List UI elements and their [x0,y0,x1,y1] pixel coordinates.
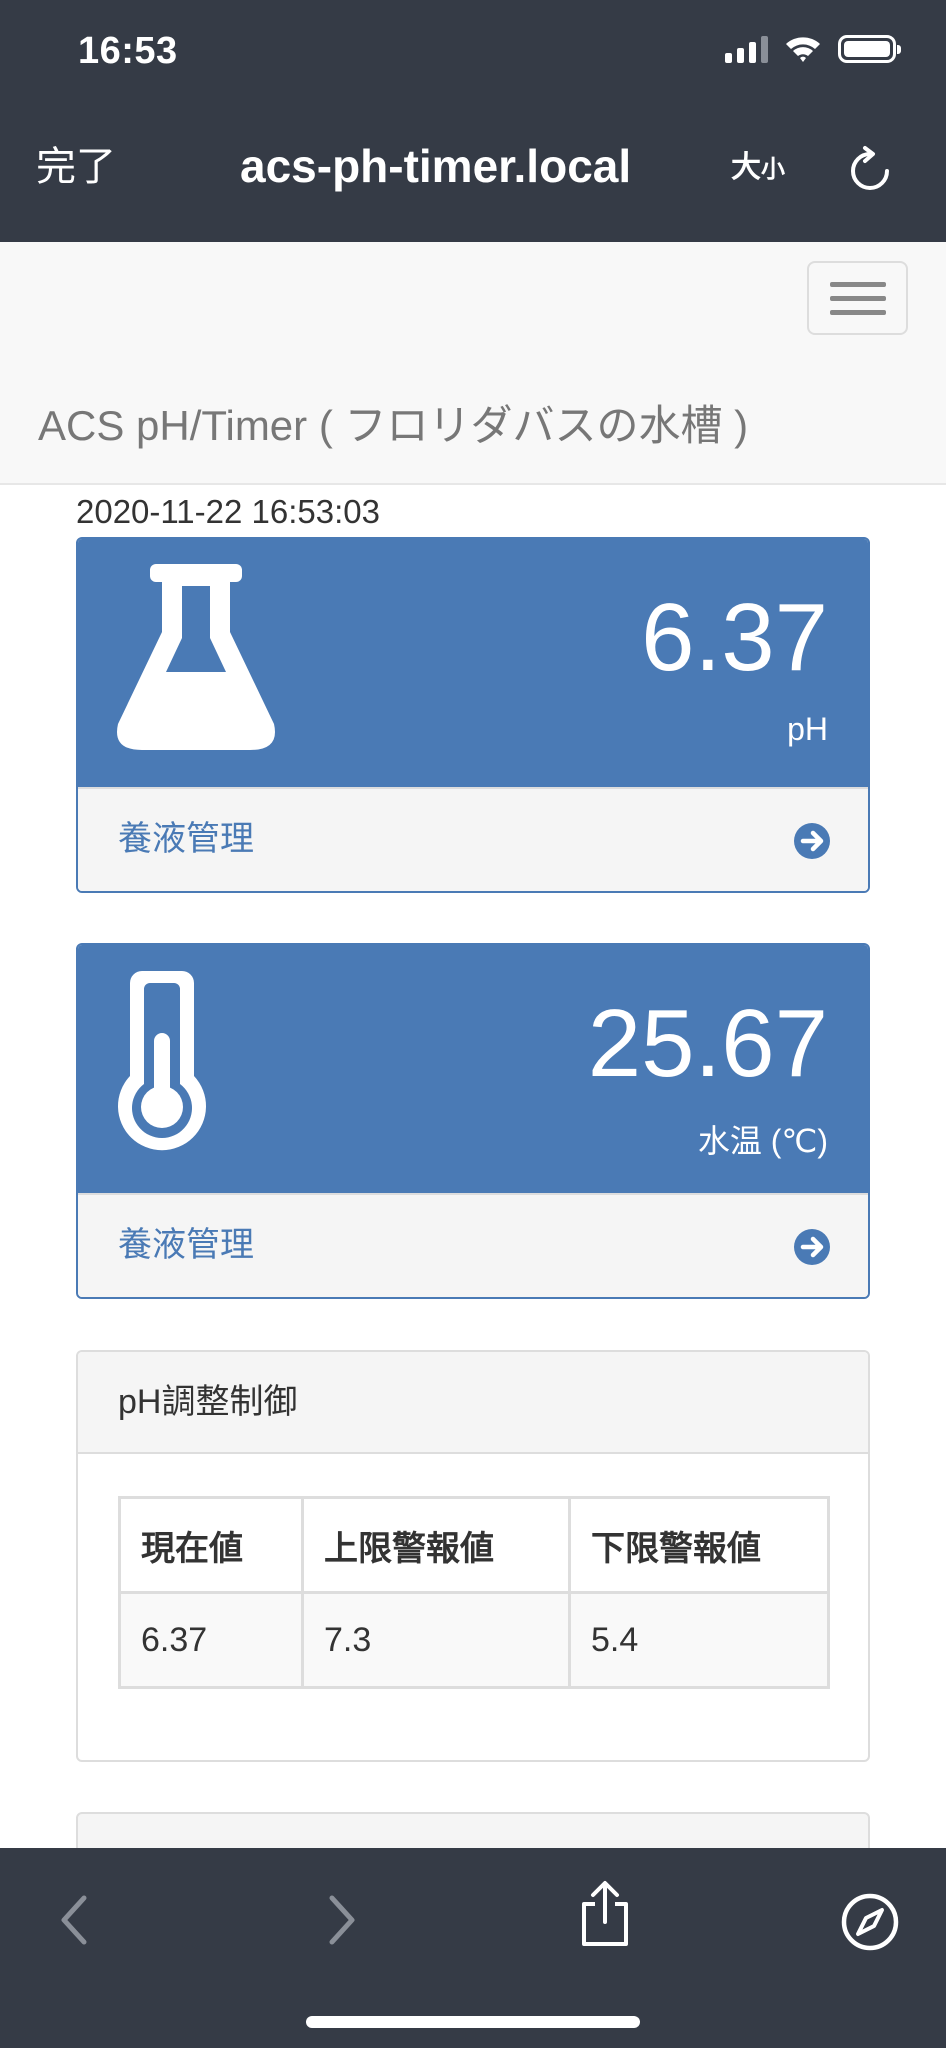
temperature-panel: 25.67 水温 (℃) 養液管理 [76,943,870,1299]
flask-icon [117,564,275,750]
arrow-circle-right-icon [794,1229,830,1265]
ph-panel: 6.37 pH 養液管理 [76,537,870,893]
column-header: 上限警報値 [301,1496,571,1594]
lower-alarm-cell: 5.4 [568,1591,830,1689]
page-navbar: ACS pH/Timer ( フロリダバスの水槽 ) [0,242,946,485]
ph-control-heading: pH調整制御 [78,1352,868,1454]
ph-footer-label: 養液管理 [118,820,254,858]
ph-panel-footer[interactable]: 養液管理 [78,787,868,891]
brand-title[interactable]: ACS pH/Timer ( フロリダバスの水槽 ) [38,396,748,456]
text-size-button[interactable]: 大小 [731,146,785,192]
home-indicator [306,2016,640,2028]
url-title[interactable]: acs-ph-timer.local [240,134,631,198]
temperature-panel-footer[interactable]: 養液管理 [78,1193,868,1297]
ph-unit: pH [787,711,828,747]
current-value-cell: 6.37 [118,1591,304,1689]
hamburger-icon[interactable] [807,261,908,335]
battery-icon [838,35,901,63]
text-size-small: 小 [761,156,785,183]
temperature-footer-label: 養液管理 [118,1226,254,1264]
column-header: 現在値 [118,1496,304,1594]
back-icon[interactable] [54,1892,94,1948]
signal-icon [725,35,768,63]
status-icons [725,34,901,64]
reload-icon[interactable] [843,144,897,198]
done-button[interactable]: 完了 [36,140,116,194]
ph-panel-heading: 6.37 pH [78,539,868,787]
text-size-large: 大 [731,151,761,184]
browser-top-bar: 16:53 完了 acs-ph-timer.local 大小 [0,0,946,242]
share-icon[interactable] [578,1880,632,1948]
ph-control-panel: pH調整制御 現在値 上限警報値 下限警報値 6.37 7.3 5.4 [76,1350,870,1762]
timestamp: 2020-11-22 16:53:03 [76,493,380,530]
table-row: 6.37 7.3 5.4 [118,1591,830,1689]
compass-icon[interactable] [840,1892,900,1952]
ph-control-table: 現在値 上限警報値 下限警報値 6.37 7.3 5.4 [118,1496,830,1689]
temperature-panel-heading: 25.67 水温 (℃) [78,945,868,1193]
upper-alarm-cell: 7.3 [301,1591,571,1689]
thermometer-icon [118,971,206,1151]
arrow-circle-right-icon [794,823,830,859]
column-header: 下限警報値 [568,1496,830,1594]
temperature-value: 25.67 [587,990,828,1097]
status-time: 16:53 [78,30,178,72]
ph-control-title: pH調整制御 [118,1383,298,1421]
forward-icon[interactable] [322,1892,362,1948]
temperature-unit: 水温 (℃) [697,1123,828,1159]
table-header-row: 現在値 上限警報値 下限警報値 [118,1496,830,1594]
ph-value: 6.37 [641,584,828,691]
wifi-icon [786,37,820,62]
